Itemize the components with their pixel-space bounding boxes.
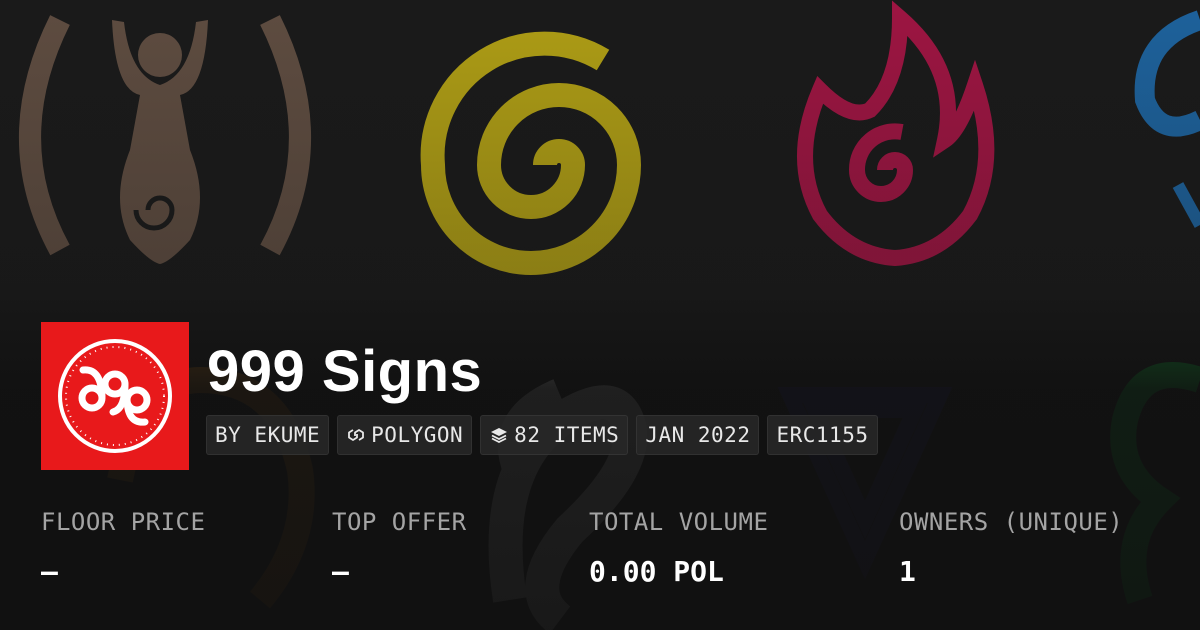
- stat-owners: OWNERS (UNIQUE) 1: [899, 505, 1123, 589]
- created-date-badge: JAN 2022: [636, 415, 760, 455]
- stat-value: –: [332, 555, 349, 588]
- chain-label: POLYGON: [371, 423, 464, 447]
- creator-label: BY EKUME: [215, 423, 321, 447]
- polygon-chain-icon: [346, 425, 366, 445]
- items-label: 82 ITEMS: [514, 423, 620, 447]
- stat-floor-price: FLOOR PRICE –: [41, 505, 205, 589]
- creator-badge[interactable]: BY EKUME: [206, 415, 330, 455]
- layers-icon: [489, 425, 509, 445]
- stat-value: –: [41, 555, 58, 588]
- stat-label: TOP OFFER: [332, 508, 467, 536]
- token-standard-badge: ERC1155: [767, 415, 878, 455]
- collection-title: 999 Signs: [207, 339, 483, 404]
- chain-badge[interactable]: POLYGON: [337, 415, 473, 455]
- logo-999-icon: [58, 339, 172, 453]
- collection-badges: BY EKUME POLYGON 82 ITEMS JAN 2022 ERC11…: [206, 415, 878, 455]
- stat-top-offer: TOP OFFER –: [332, 505, 467, 589]
- stat-total-volume: TOTAL VOLUME 0.00 POL: [589, 505, 768, 589]
- stat-value: 1: [899, 555, 916, 588]
- stat-label: TOTAL VOLUME: [589, 508, 769, 536]
- token-standard-label: ERC1155: [776, 423, 869, 447]
- stat-label: FLOOR PRICE: [41, 508, 206, 536]
- collection-stats: FLOOR PRICE – TOP OFFER – TOTAL VOLUME 0…: [41, 505, 1181, 605]
- collection-logo: [41, 322, 189, 470]
- created-date-label: JAN 2022: [645, 423, 751, 447]
- items-badge[interactable]: 82 ITEMS: [480, 415, 629, 455]
- stat-label: OWNERS (UNIQUE): [899, 508, 1124, 536]
- stat-value: 0.00 POL: [589, 555, 724, 588]
